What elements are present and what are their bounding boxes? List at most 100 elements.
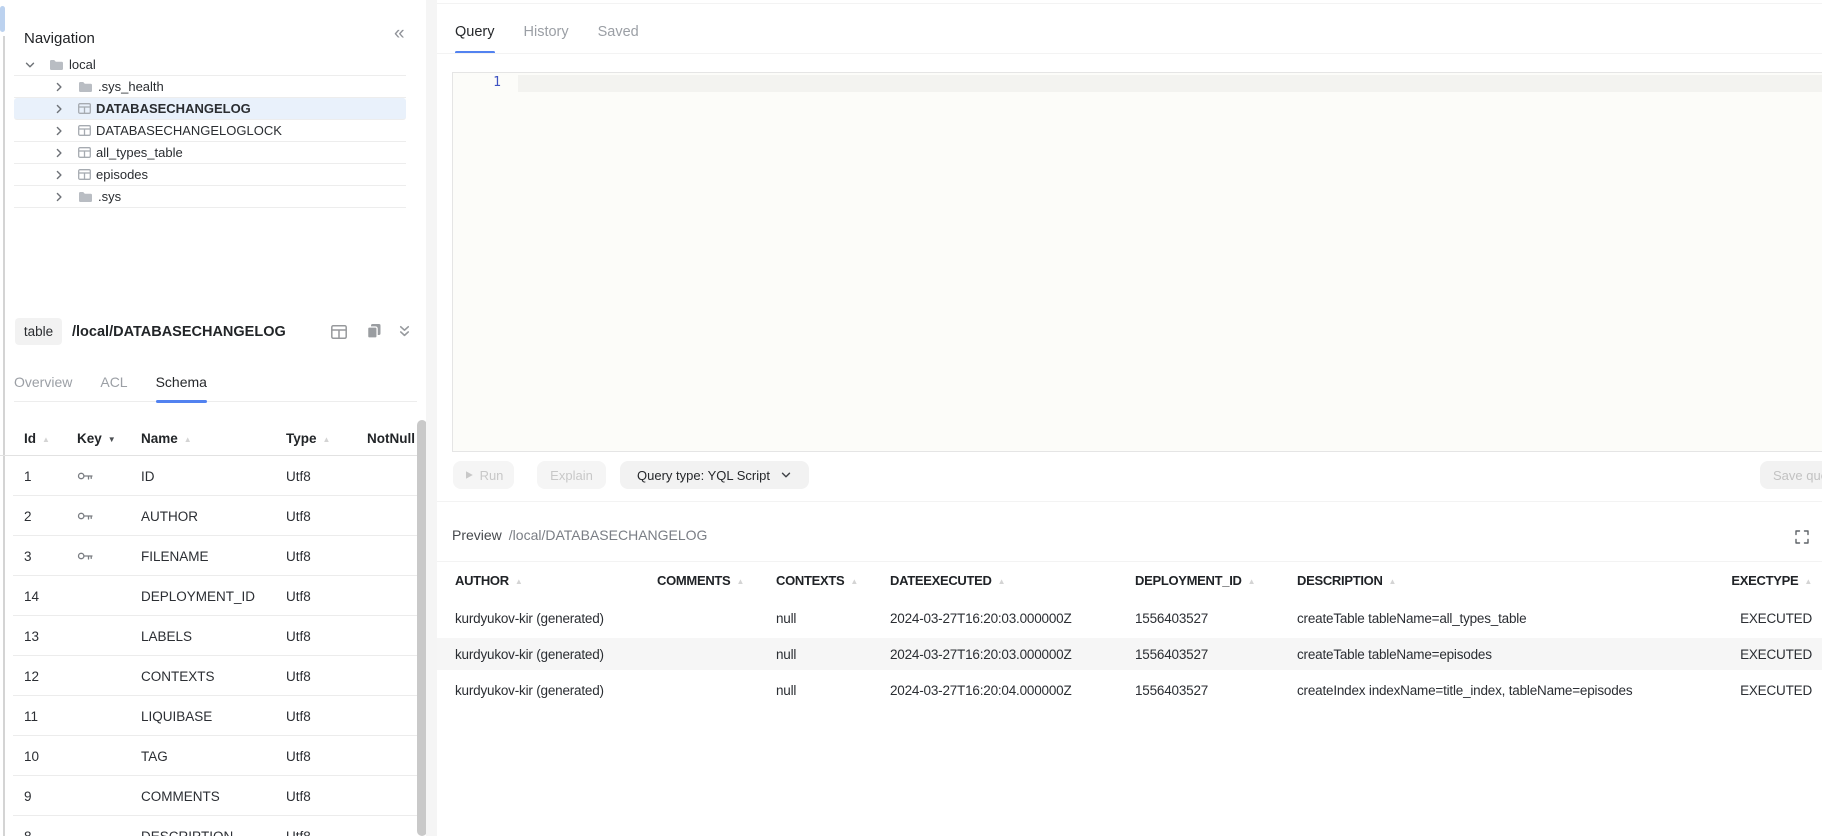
schema-row[interactable]: 8 DESCRIPTION Utf8 — [0, 816, 417, 836]
query-tab[interactable]: Saved — [598, 18, 639, 54]
query-tab[interactable]: History — [524, 18, 569, 54]
object-tabs: Overview ACL Schema — [14, 374, 417, 402]
chevron-down-icon[interactable] — [24, 59, 36, 71]
schema-col-type: Utf8 — [286, 469, 367, 484]
preview-col-exectype: EXECUTED — [1716, 683, 1822, 698]
tree-item[interactable]: .sys_health — [14, 76, 406, 98]
schema-col-type: Utf8 — [286, 669, 367, 684]
panel-splitter[interactable] — [426, 0, 437, 836]
chevron-right-icon[interactable] — [53, 169, 65, 181]
column-header-id[interactable]: Id▲ — [24, 431, 77, 446]
table-icon — [78, 169, 91, 180]
chevron-right-icon[interactable] — [53, 191, 65, 203]
schema-row[interactable]: 3 FILENAME Utf8 — [0, 536, 417, 576]
tree-item[interactable]: DATABASECHANGELOGLOCK — [14, 120, 406, 142]
query-type-label: Query type: YQL Script — [637, 468, 770, 483]
column-header-key[interactable]: Key▼ — [77, 431, 141, 446]
column-header-deployment_id[interactable]: DEPLOYMENT_ID▲ — [1135, 573, 1297, 588]
preview-row[interactable]: kurdyukov-kir (generated) null 2024-03-2… — [437, 674, 1822, 706]
object-path: /local/DATABASECHANGELOG — [72, 324, 286, 340]
column-header-author[interactable]: AUTHOR▲ — [455, 573, 657, 588]
schema-col-id: 3 — [24, 549, 77, 564]
schema-row[interactable]: 10 TAG Utf8 — [0, 736, 417, 776]
run-button[interactable]: Run — [453, 461, 514, 489]
column-header-exectype[interactable]: EXECTYPE▲ — [1716, 573, 1822, 588]
preview-col-contexts: null — [776, 683, 890, 698]
key-icon — [77, 509, 93, 524]
chevron-right-icon[interactable] — [53, 81, 65, 93]
column-header-comments[interactable]: COMMENTS▲ — [657, 573, 776, 588]
schema-row[interactable]: 13 LABELS Utf8 — [0, 616, 417, 656]
explain-button[interactable]: Explain — [537, 461, 606, 489]
chevron-right-icon[interactable] — [53, 147, 65, 159]
schema-row[interactable]: 2 AUTHOR Utf8 — [0, 496, 417, 536]
schema-row[interactable]: 9 COMMENTS Utf8 — [0, 776, 417, 816]
chevron-right-icon[interactable] — [53, 125, 65, 137]
tree-item-label: episodes — [96, 167, 148, 182]
column-header-notnull[interactable]: NotNull — [367, 431, 417, 446]
save-query-button[interactable]: Save query — [1760, 461, 1822, 489]
column-header-dateexecuted[interactable]: DATEEXECUTED▲ — [890, 573, 1135, 588]
fullscreen-icon[interactable] — [1794, 529, 1810, 550]
tree-item[interactable]: .sys — [14, 186, 406, 208]
query-tab-label: Query — [455, 24, 495, 40]
tree-item[interactable]: DATABASECHANGELOG — [14, 98, 406, 120]
editor-line-number: 1 — [493, 75, 501, 90]
sort-asc-icon: ▲ — [998, 577, 1006, 586]
schema-table-body: 1 ID Utf8 2 AUTHOR Utf8 3 FILENAME Utf8 — [0, 456, 417, 836]
preview-row[interactable]: kurdyukov-kir (generated) null 2024-03-2… — [437, 602, 1822, 634]
column-header-name[interactable]: Name▲ — [141, 431, 286, 446]
column-header-contexts[interactable]: CONTEXTS▲ — [776, 573, 890, 588]
column-header-label: COMMENTS — [657, 573, 730, 588]
schema-col-type: Utf8 — [286, 709, 367, 724]
schema-col-name: ID — [141, 469, 286, 484]
schema-row[interactable]: 14 DEPLOYMENT_ID Utf8 — [0, 576, 417, 616]
query-tab[interactable]: Query — [455, 18, 495, 54]
tree-item-label: all_types_table — [96, 145, 183, 160]
object-tab[interactable]: Schema — [156, 374, 207, 401]
column-header-description[interactable]: DESCRIPTION▲ — [1297, 573, 1716, 588]
schema-row[interactable]: 11 LIQUIBASE Utf8 — [0, 696, 417, 736]
run-button-label: Run — [480, 468, 504, 483]
schema-col-id: 8 — [24, 829, 77, 836]
object-tab-label: Overview — [14, 374, 72, 390]
schema-col-id: 12 — [24, 669, 77, 684]
open-preview-icon[interactable] — [331, 325, 347, 344]
object-tab[interactable]: ACL — [100, 374, 127, 401]
preview-col-deployment-id: 1556403527 — [1135, 647, 1297, 662]
ydb-embedded-ui: { "nav": { "title": "Navigation", "colla… — [0, 0, 1822, 836]
key-icon — [77, 549, 93, 564]
column-header-label: Name — [141, 431, 178, 446]
query-tab-label: Saved — [598, 24, 639, 40]
schema-col-key — [77, 549, 141, 564]
preview-col-dateexecuted: 2024-03-27T16:20:03.000000Z — [890, 647, 1135, 662]
query-type-select[interactable]: Query type: YQL Script — [620, 461, 809, 489]
preview-row[interactable]: kurdyukov-kir (generated) null 2024-03-2… — [437, 638, 1822, 670]
preview-col-exectype: EXECUTED — [1716, 611, 1822, 626]
query-tab-label: History — [524, 24, 569, 40]
collapse-panel-icon[interactable]: « — [394, 24, 405, 43]
double-chevron-down-icon[interactable] — [397, 324, 412, 344]
chevron-right-icon[interactable] — [53, 103, 65, 115]
object-tab[interactable]: Overview — [14, 374, 72, 401]
schema-row[interactable]: 1 ID Utf8 — [0, 456, 417, 496]
sort-asc-icon: ▲ — [42, 435, 50, 444]
schema-col-name: FILENAME — [141, 549, 286, 564]
sort-asc-icon: ▲ — [1389, 577, 1397, 586]
column-header-type[interactable]: Type▲ — [286, 431, 367, 446]
schema-col-type: Utf8 — [286, 789, 367, 804]
tree-item[interactable]: local — [14, 54, 406, 76]
tree-item[interactable]: episodes — [14, 164, 406, 186]
query-editor[interactable]: 1 — [452, 72, 1822, 452]
object-type-badge: table — [15, 318, 62, 345]
schema-row[interactable]: 12 CONTEXTS Utf8 — [0, 656, 417, 696]
editor-content[interactable] — [528, 75, 1822, 92]
preview-col-description: createIndex indexName=title_index, table… — [1297, 683, 1716, 698]
left-scrollbar-thumb[interactable] — [0, 6, 5, 32]
tree-item[interactable]: all_types_table — [14, 142, 406, 164]
schema-table-header: Id▲Key▼Name▲Type▲NotNull — [0, 420, 417, 456]
copy-path-icon[interactable] — [366, 323, 382, 344]
editor-line-number-gutter: 1 — [453, 73, 518, 451]
preview-col-dateexecuted: 2024-03-27T16:20:03.000000Z — [890, 611, 1135, 626]
preview-col-contexts: null — [776, 611, 890, 626]
